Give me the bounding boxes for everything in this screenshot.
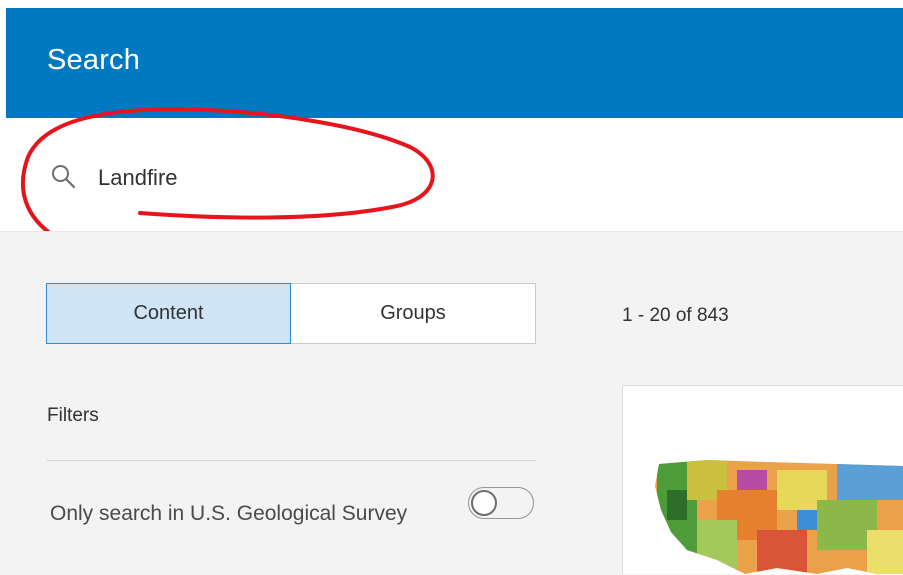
tab-groups-label: Groups (380, 302, 446, 324)
page-header: Search (6, 8, 903, 118)
filter-usgs-toggle[interactable] (468, 487, 534, 519)
filters-heading: Filters (47, 405, 99, 426)
tab-groups[interactable]: Groups (291, 283, 536, 344)
tab-content-label: Content (133, 302, 204, 324)
top-strip (0, 0, 903, 8)
page-title: Search (47, 44, 141, 76)
search-input[interactable] (98, 160, 598, 196)
filter-usgs-label: Only search in U.S. Geological Survey (50, 502, 408, 525)
result-thumbnail[interactable] (637, 400, 903, 574)
filters-divider (47, 460, 536, 461)
search-type-tabs: Content Groups (46, 283, 536, 344)
tab-content[interactable]: Content (46, 283, 291, 344)
us-map-thumbnail (655, 460, 903, 574)
search-icon (52, 165, 76, 189)
result-count: 1 - 20 of 843 (622, 305, 729, 326)
toggle-knob (471, 490, 497, 516)
